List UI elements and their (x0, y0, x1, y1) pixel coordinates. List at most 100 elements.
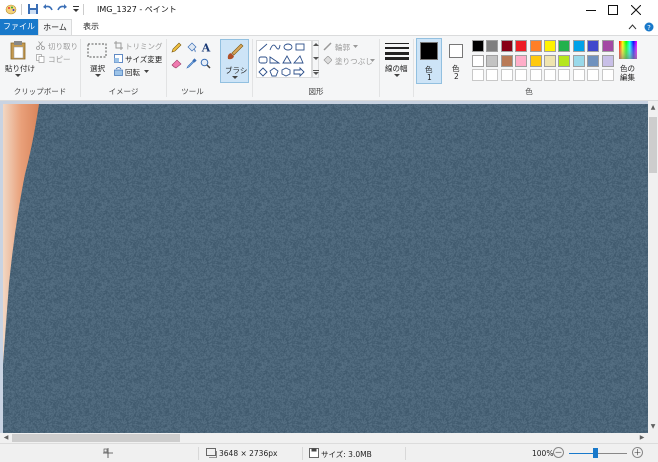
collapse-ribbon-icon[interactable] (628, 23, 637, 31)
palette-color-swatch[interactable] (558, 55, 570, 67)
cut-button[interactable]: 切り取り (48, 41, 78, 52)
zoom-out-button[interactable]: － (553, 447, 564, 458)
palette-color-swatch[interactable] (587, 55, 599, 67)
palette-color-swatch[interactable] (501, 40, 513, 52)
palette-custom-color-slot[interactable] (602, 69, 614, 81)
palette-color-swatch[interactable] (530, 40, 542, 52)
fill-dropdown-icon[interactable] (370, 59, 375, 62)
size-button[interactable]: 線の幅 (382, 38, 412, 82)
paint-window: IMG_1327 - ペイント ファイル ホーム 表示 ? 貼り付け 切り取り … (0, 0, 658, 462)
palette-color-swatch[interactable] (515, 55, 527, 67)
vertical-scroll-thumb[interactable] (649, 117, 657, 173)
palette-color-swatch[interactable] (602, 40, 614, 52)
edit-colors-button[interactable]: 色の 編集 (617, 38, 639, 84)
color-picker-icon[interactable] (186, 58, 197, 69)
zoom-in-button[interactable]: ＋ (632, 447, 643, 458)
text-tool-icon[interactable]: A (200, 41, 212, 53)
magnifier-icon[interactable] (200, 58, 211, 69)
redo-icon[interactable] (56, 3, 68, 15)
fill-bucket-icon[interactable] (186, 42, 197, 53)
image-group-label: イメージ (81, 86, 166, 97)
scroll-left-icon[interactable]: ◀ (1, 433, 11, 443)
edit-colors-label-2: 編集 (620, 72, 635, 83)
size-label: 線の幅 (385, 63, 408, 74)
help-icon[interactable]: ? (644, 22, 654, 32)
rotate-button[interactable]: 回転 (125, 67, 140, 78)
horizontal-scrollbar[interactable]: ◀ ▶ (0, 433, 648, 443)
palette-color-swatch[interactable] (573, 55, 585, 67)
palette-color-swatch[interactable] (530, 55, 542, 67)
scroll-right-icon[interactable]: ▶ (637, 433, 647, 443)
palette-custom-color-slot[interactable] (486, 69, 498, 81)
palette-custom-color-slot[interactable] (558, 69, 570, 81)
palette-color-swatch[interactable] (501, 55, 513, 67)
scroll-down-icon[interactable]: ▼ (648, 422, 658, 432)
fill-button[interactable]: 塗りつぶし (335, 56, 373, 67)
palette-color-swatch[interactable] (486, 40, 498, 52)
palette-color-swatch[interactable] (602, 55, 614, 67)
paste-button[interactable]: 貼り付け (3, 38, 33, 80)
image-canvas[interactable] (3, 104, 648, 433)
tab-file[interactable]: ファイル (0, 19, 38, 35)
scroll-up-icon[interactable]: ▲ (648, 103, 658, 113)
resize-button[interactable]: サイズ変更 (125, 54, 162, 65)
paint-app-icon[interactable] (5, 3, 17, 15)
shapes-gallery[interactable] (256, 40, 312, 78)
palette-custom-color-slot[interactable] (587, 69, 599, 81)
palette-color-swatch[interactable] (486, 55, 498, 67)
zoom-slider-thumb[interactable] (593, 448, 598, 458)
palette-custom-color-slot[interactable] (501, 69, 513, 81)
color1-button[interactable]: 色 1 (416, 38, 442, 84)
palette-custom-color-slot[interactable] (573, 69, 585, 81)
color-spectrum-icon (619, 41, 637, 59)
color2-swatch (449, 44, 463, 58)
group-divider (252, 39, 253, 97)
paste-dropdown-icon[interactable] (15, 74, 21, 78)
vertical-scrollbar[interactable]: ▲ ▼ (648, 101, 658, 433)
outline-button[interactable]: 輪郭 (335, 42, 350, 53)
brushes-dropdown-icon[interactable] (232, 76, 238, 80)
palette-custom-color-slot[interactable] (530, 69, 542, 81)
palette-custom-color-slot[interactable] (472, 69, 484, 81)
shapes-scroll-down-icon[interactable] (313, 57, 319, 61)
quick-access-dropdown-icon[interactable] (70, 3, 82, 15)
shapes-scroll-up-icon[interactable] (313, 43, 319, 47)
palette-color-swatch[interactable] (544, 40, 556, 52)
eraser-icon[interactable] (171, 58, 182, 69)
shapes-more-icon[interactable] (313, 69, 319, 75)
palette-color-swatch[interactable] (544, 55, 556, 67)
palette-custom-color-slot[interactable] (515, 69, 527, 81)
canvas-area[interactable] (0, 101, 648, 433)
brushes-button[interactable]: ブラシ (220, 39, 249, 83)
image-dimensions-icon (206, 448, 217, 458)
select-button[interactable]: 選択 (84, 38, 112, 80)
palette-color-swatch[interactable] (558, 40, 570, 52)
palette-color-swatch[interactable] (573, 40, 585, 52)
palette-custom-color-slot[interactable] (544, 69, 556, 81)
fill-icon (323, 56, 332, 65)
tools-group-label: ツール (167, 86, 218, 97)
save-icon[interactable] (27, 3, 39, 15)
undo-icon[interactable] (42, 3, 54, 15)
color2-button[interactable]: 色 2 (444, 38, 470, 84)
close-button[interactable] (613, 0, 658, 19)
tab-view[interactable]: 表示 (78, 19, 104, 35)
pencil-icon[interactable] (171, 42, 182, 53)
size-dropdown-icon[interactable] (394, 74, 400, 78)
select-dropdown-icon[interactable] (95, 74, 101, 78)
palette-color-swatch[interactable] (472, 40, 484, 52)
copy-button[interactable]: コピー (48, 54, 71, 65)
palette-color-swatch[interactable] (587, 40, 599, 52)
crop-button[interactable]: トリミング (125, 41, 163, 52)
palette-color-swatch[interactable] (472, 55, 484, 67)
zoom-in-icon: ＋ (634, 448, 642, 457)
palette-color-swatch[interactable] (515, 40, 527, 52)
shapes-gallery-icons (257, 41, 313, 79)
tab-home[interactable]: ホーム (38, 19, 72, 35)
rotate-icon (114, 67, 123, 76)
paste-label: 貼り付け (5, 63, 35, 74)
horizontal-scroll-thumb[interactable] (12, 434, 180, 442)
outline-dropdown-icon[interactable] (353, 45, 358, 48)
rotate-dropdown-icon[interactable] (144, 70, 149, 73)
shapes-scroll[interactable] (312, 40, 319, 78)
